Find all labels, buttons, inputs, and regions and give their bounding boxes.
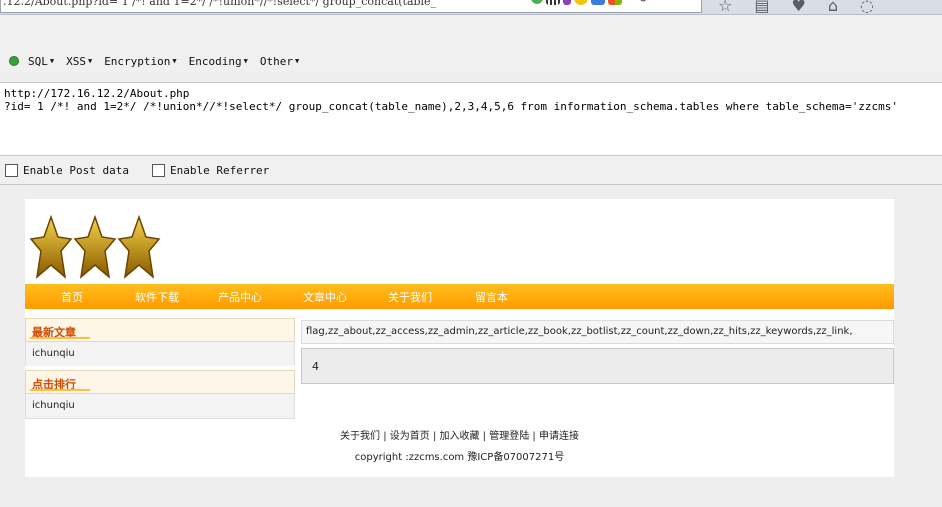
address-bar[interactable]: .12.2/About.php?id= 1 /*! and 1=2*/ /*!u… (0, 0, 702, 13)
address-text[interactable]: .12.2/About.php?id= 1 /*! and 1=2*/ /*!u… (3, 0, 436, 8)
dropdown-icon[interactable]: ▾ (625, 0, 635, 5)
star-logo-icon (73, 214, 117, 279)
url-line-2[interactable]: ?id= 1 /*! and 1=2*/ /*!union*//*!select… (4, 100, 898, 113)
site-banner (25, 199, 894, 284)
nav-guestbook[interactable]: 留言本 (475, 289, 508, 305)
hackbar-toolbar: SQL ▼ XSS ▼ Encryption ▼ Encoding ▼ Other ▼ (0, 50, 942, 72)
site-footer: 关于我们 | 设为首页 | 加入收藏 | 管理登陆 | 申请连接 copyrig… (25, 427, 894, 469)
chevron-down-icon: ▼ (172, 57, 177, 65)
left-sidebar: 最新文章 ichunqiu 点击排行 ichunqiu (25, 318, 295, 419)
load-url-icon[interactable] (10, 57, 18, 65)
footer-copyright: copyright :zzcms.com 豫ICP备07007271号 (354, 452, 565, 463)
windows-icon[interactable] (608, 0, 622, 5)
menu-sql[interactable]: SQL ▼ (28, 55, 54, 68)
list-item[interactable]: ichunqiu (32, 348, 75, 359)
list-item[interactable]: ichunqiu (32, 400, 75, 411)
top-clicks-header: 点击排行 (25, 370, 295, 394)
enable-referrer-checkbox[interactable] (151, 163, 165, 177)
enable-referrer-label[interactable]: Enable Referrer (170, 164, 269, 177)
footer-links[interactable]: 关于我们 | 设为首页 | 加入收藏 | 管理登陆 | 申请连接 (25, 427, 894, 442)
star-icon[interactable]: ☆ (718, 0, 732, 14)
nav-products[interactable]: 产品中心 (218, 289, 262, 305)
menu-label: Other (259, 54, 293, 68)
tag-icon[interactable] (574, 0, 588, 5)
menu-encryption[interactable]: Encryption ▼ (104, 55, 176, 68)
star-logo-icon (29, 214, 73, 279)
toolbar-spacer (0, 15, 942, 50)
shield-icon[interactable] (531, 0, 543, 4)
hackbar-url-textarea[interactable]: http://172.16.12.2/About.php ?id= 1 /*! … (0, 82, 942, 156)
main-content: flag,zz_about,zz_access,zz_admin,zz_arti… (301, 320, 894, 384)
injected-table-names: flag,zz_about,zz_access,zz_admin,zz_arti… (301, 320, 894, 344)
pointer-icon[interactable] (591, 0, 605, 5)
menu-encoding[interactable]: Encoding ▼ (189, 55, 248, 68)
injected-number: 4 (312, 360, 319, 373)
chat-icon[interactable]: ◌ (860, 0, 874, 14)
site-nav: 首页 软件下载 产品中心 文章中心 关于我们 留言本 (25, 284, 894, 309)
enable-post-label[interactable]: Enable Post data (23, 164, 129, 177)
clipboard-icon[interactable]: ▤ (754, 0, 769, 14)
nav-home[interactable]: 首页 (61, 289, 83, 305)
menu-other[interactable]: Other ▼ (260, 55, 299, 68)
star-logo-icon (117, 214, 161, 279)
menu-xss[interactable]: XSS ▼ (66, 55, 92, 68)
menu-label: Encryption (104, 54, 171, 68)
browser-toolbar: .12.2/About.php?id= 1 /*! and 1=2*/ /*!u… (0, 0, 942, 15)
menu-label: SQL (28, 54, 48, 68)
nav-articles[interactable]: 文章中心 (303, 289, 347, 305)
web-page: 首页 软件下载 产品中心 文章中心 关于我们 留言本 最新文章 ichunqiu… (25, 199, 894, 477)
hackbar-options: Enable Post data Enable Referrer (0, 156, 942, 185)
reload-icon[interactable]: ↻ (638, 0, 652, 5)
injected-number-box: 4 (301, 348, 894, 384)
table-names-text: flag,zz_about,zz_access,zz_admin,zz_arti… (306, 326, 853, 337)
enable-post-checkbox[interactable] (5, 163, 18, 177)
extension-icon[interactable] (563, 0, 571, 5)
url-line-1[interactable]: http://172.16.12.2/About.php (4, 87, 189, 100)
top-clicks-list: ichunqiu (25, 394, 295, 419)
latest-articles-list: ichunqiu (25, 342, 295, 366)
qr-code-icon[interactable] (546, 0, 560, 5)
chevron-down-icon: ▼ (243, 57, 248, 65)
chevron-down-icon: ▼ (49, 57, 55, 65)
site-logo (29, 207, 161, 283)
nav-software[interactable]: 软件下载 (135, 289, 179, 305)
menu-label: XSS (66, 54, 86, 68)
home-icon[interactable]: ⌂ (828, 0, 838, 14)
pocket-icon[interactable]: ♥ (791, 0, 805, 14)
nav-about[interactable]: 关于我们 (388, 289, 432, 305)
latest-articles-header: 最新文章 (25, 318, 295, 342)
menu-label: Encoding (188, 54, 242, 68)
chevron-down-icon: ▼ (294, 57, 300, 65)
chevron-down-icon: ▼ (87, 57, 93, 65)
